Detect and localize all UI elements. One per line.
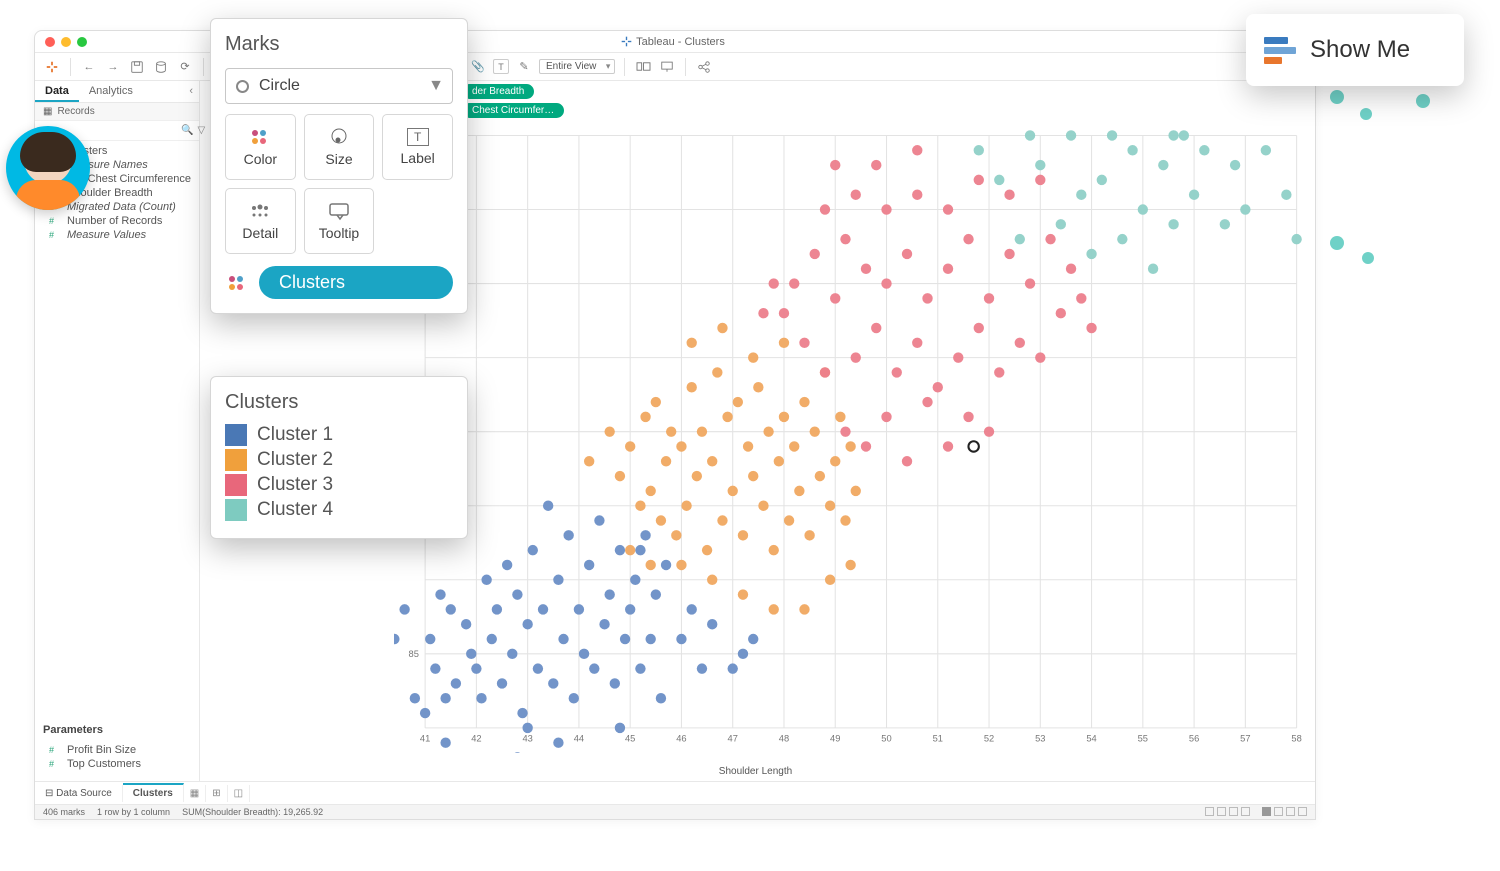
legend-item[interactable]: Cluster 3 bbox=[225, 474, 453, 496]
search-icon[interactable]: 🔍 bbox=[181, 125, 193, 136]
status-bar: 406 marks 1 row by 1 column SUM(Shoulder… bbox=[35, 804, 1315, 819]
chevron-down-icon: ▼ bbox=[428, 77, 444, 95]
field-item[interactable]: #Measure Values bbox=[35, 228, 199, 242]
records-section[interactable]: ▦ Records bbox=[35, 103, 199, 121]
svg-text:55: 55 bbox=[1138, 733, 1148, 743]
marks-size[interactable]: Size bbox=[304, 114, 375, 180]
new-dashboard-button[interactable]: ⊞ bbox=[206, 785, 227, 802]
presentation-icon[interactable] bbox=[658, 58, 676, 76]
tab-analytics[interactable]: Analytics bbox=[79, 81, 143, 102]
rows-pill[interactable]: Chest Circumfer… bbox=[462, 103, 564, 118]
format-icon[interactable]: ✎ bbox=[515, 58, 533, 76]
collapse-pane[interactable]: ‹ bbox=[183, 81, 199, 102]
detail-icon bbox=[248, 201, 272, 221]
clusters-color-pill[interactable]: Clusters bbox=[259, 266, 453, 299]
svg-text:85: 85 bbox=[409, 649, 419, 659]
window-title: Tableau - Clusters bbox=[636, 36, 725, 48]
forward-button[interactable]: → bbox=[104, 58, 122, 76]
color-icon bbox=[225, 273, 249, 293]
records-icon: ▦ bbox=[43, 106, 52, 117]
window-close[interactable] bbox=[45, 37, 55, 47]
save-button[interactable] bbox=[128, 58, 146, 76]
clusters-legend: Clusters Cluster 1 Cluster 2 Cluster 3 Clus… bbox=[210, 376, 468, 539]
svg-text:48: 48 bbox=[779, 733, 789, 743]
marks-color[interactable]: Color bbox=[225, 114, 296, 180]
back-button[interactable]: ← bbox=[80, 58, 98, 76]
parameters-list: #Profit Bin Size#Top Customers bbox=[35, 740, 199, 781]
marks-card-title: Marks bbox=[225, 33, 453, 56]
tab-data[interactable]: Data bbox=[35, 81, 79, 102]
circle-icon bbox=[236, 80, 249, 93]
color-icon bbox=[248, 127, 272, 147]
svg-text:49: 49 bbox=[830, 733, 840, 743]
mark-type-select[interactable]: Circle ▼ bbox=[225, 68, 453, 104]
new-datasource-button[interactable] bbox=[152, 58, 170, 76]
marks-label[interactable]: T Label bbox=[382, 114, 453, 180]
share-icon[interactable] bbox=[695, 58, 713, 76]
marks-tooltip[interactable]: Tooltip bbox=[304, 188, 375, 254]
parameter-item[interactable]: #Top Customers bbox=[35, 757, 199, 771]
new-story-button[interactable]: ◫ bbox=[228, 785, 250, 802]
svg-text:50: 50 bbox=[881, 733, 891, 743]
show-me-icon bbox=[1264, 37, 1296, 64]
parameter-item[interactable]: #Profit Bin Size bbox=[35, 743, 199, 757]
window-minimize[interactable] bbox=[61, 37, 71, 47]
svg-text:43: 43 bbox=[522, 733, 532, 743]
svg-text:56: 56 bbox=[1189, 733, 1199, 743]
legend-item[interactable]: Cluster 1 bbox=[225, 424, 453, 446]
svg-text:45: 45 bbox=[625, 733, 635, 743]
fit-select[interactable]: Entire View bbox=[539, 59, 615, 74]
svg-text:46: 46 bbox=[676, 733, 686, 743]
tooltip-icon bbox=[327, 201, 351, 221]
show-me-button[interactable]: Show Me bbox=[1246, 14, 1464, 86]
marks-detail[interactable]: Detail bbox=[225, 188, 296, 254]
new-worksheet-button[interactable]: ▦ bbox=[184, 785, 206, 802]
legend-item[interactable]: Cluster 2 bbox=[225, 449, 453, 471]
show-me-label: Show Me bbox=[1310, 36, 1410, 64]
sheet-tab-clusters[interactable]: Clusters bbox=[123, 783, 184, 802]
marks-card: Marks Circle ▼ Color Size T Label Detail… bbox=[210, 18, 468, 314]
svg-text:42: 42 bbox=[471, 733, 481, 743]
svg-text:47: 47 bbox=[728, 733, 738, 743]
svg-text:57: 57 bbox=[1240, 733, 1250, 743]
svg-text:41: 41 bbox=[420, 733, 430, 743]
svg-text:44: 44 bbox=[574, 733, 584, 743]
legend-item[interactable]: Cluster 4 bbox=[225, 499, 453, 521]
label-icon: T bbox=[407, 128, 429, 146]
tableau-logo-icon bbox=[621, 36, 632, 47]
svg-text:53: 53 bbox=[1035, 733, 1045, 743]
window-zoom[interactable] bbox=[77, 37, 87, 47]
legend-title: Clusters bbox=[225, 391, 453, 414]
data-source-tab[interactable]: ⊟ Data Source bbox=[35, 785, 123, 802]
x-axis-title: Shoulder Length bbox=[204, 766, 1307, 777]
svg-text:51: 51 bbox=[933, 733, 943, 743]
svg-text:54: 54 bbox=[1086, 733, 1096, 743]
avatar bbox=[6, 126, 90, 210]
show-cards-icon[interactable] bbox=[634, 58, 652, 76]
status-sum: SUM(Shoulder Breadth): 19,265.92 bbox=[182, 807, 323, 817]
attach-icon[interactable]: 📎 bbox=[469, 58, 487, 76]
columns-pill[interactable]: der Breadth bbox=[462, 84, 534, 99]
refresh-button[interactable]: ⟳ bbox=[176, 58, 194, 76]
parameters-heading: Parameters bbox=[35, 720, 199, 740]
sheet-tabs: ⊟ Data Source Clusters ▦ ⊞ ◫ bbox=[35, 782, 1315, 804]
field-item[interactable]: #Number of Records bbox=[35, 214, 199, 228]
status-dim: 1 row by 1 column bbox=[97, 807, 170, 817]
logo-icon bbox=[43, 58, 61, 76]
status-marks: 406 marks bbox=[43, 807, 85, 817]
svg-text:52: 52 bbox=[984, 733, 994, 743]
size-icon bbox=[327, 127, 351, 147]
svg-text:58: 58 bbox=[1291, 733, 1301, 743]
text-icon[interactable]: T bbox=[493, 59, 509, 74]
